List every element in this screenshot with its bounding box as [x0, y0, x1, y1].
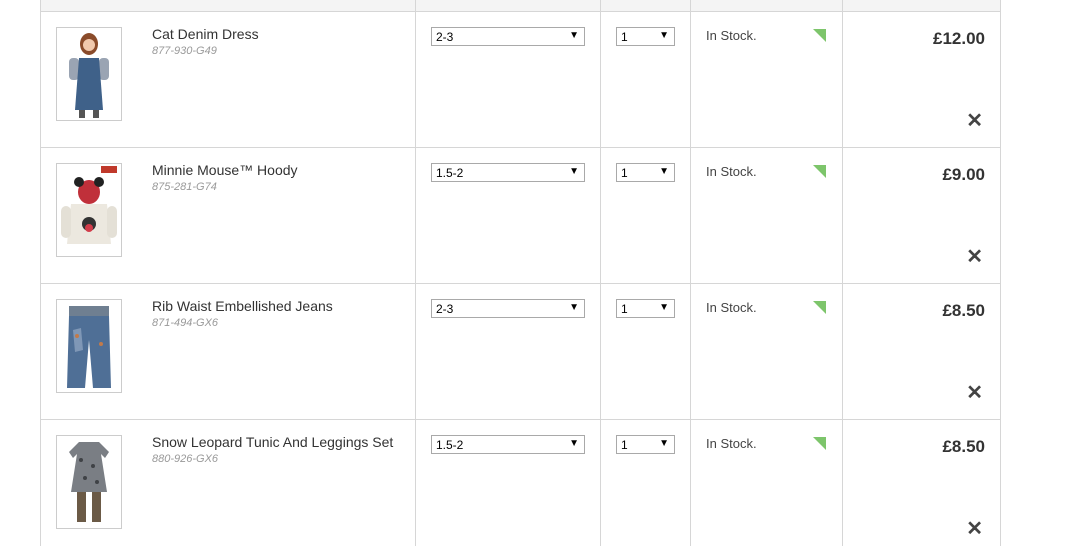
chevron-down-icon: ▼ [659, 30, 669, 41]
stock-status: In Stock. [706, 300, 757, 315]
stock-status: In Stock. [706, 28, 757, 43]
table-row: Minnie Mouse™ Hoody 875-281-G74 1.5-2 ▼ … [41, 148, 1000, 284]
chevron-down-icon: ▼ [569, 302, 579, 313]
product-image[interactable] [56, 27, 122, 121]
hoody-photo-icon [57, 164, 121, 256]
close-icon[interactable]: ✕ [966, 519, 983, 539]
product-code: 875-281-G74 [152, 181, 217, 193]
size-value: 2-3 [436, 302, 454, 316]
product-code: 877-930-G49 [152, 45, 217, 57]
size-select[interactable]: 2-3 ▼ [431, 27, 585, 46]
quantity-select[interactable]: 1 ▼ [616, 435, 675, 454]
product-name-link[interactable]: Minnie Mouse™ Hoody [152, 162, 298, 178]
tunic-photo-icon [57, 436, 121, 528]
size-value: 1.5-2 [436, 438, 464, 452]
chevron-down-icon: ▼ [569, 438, 579, 449]
size-select[interactable]: 1.5-2 ▼ [431, 163, 585, 182]
chevron-down-icon: ▼ [569, 30, 579, 41]
product-name-link[interactable]: Snow Leopard Tunic And Leggings Set [152, 434, 393, 450]
item-price: £9.00 [942, 165, 985, 184]
size-select[interactable]: 2-3 ▼ [431, 299, 585, 318]
item-price: £12.00 [933, 29, 985, 48]
product-image[interactable] [56, 163, 122, 257]
close-icon[interactable]: ✕ [966, 383, 983, 403]
table-header [41, 0, 1000, 12]
stock-flag-icon [813, 301, 826, 314]
size-value: 1.5-2 [436, 166, 464, 180]
stock-status: In Stock. [706, 164, 757, 179]
close-icon[interactable]: ✕ [966, 247, 983, 267]
quantity-select[interactable]: 1 ▼ [616, 299, 675, 318]
stock-flag-icon [813, 165, 826, 178]
table-row: Rib Waist Embellished Jeans 871-494-GX6 … [41, 284, 1000, 420]
quantity-value: 1 [621, 30, 628, 44]
chevron-down-icon: ▼ [569, 166, 579, 177]
close-icon[interactable]: ✕ [966, 111, 983, 131]
quantity-value: 1 [621, 166, 628, 180]
product-code: 871-494-GX6 [152, 317, 219, 329]
item-price: £8.50 [942, 301, 985, 320]
dress-photo-icon [57, 28, 121, 120]
stock-flag-icon [813, 29, 826, 42]
product-name-link[interactable]: Cat Denim Dress [152, 26, 259, 42]
product-image[interactable] [56, 299, 122, 393]
product-code: 880-926-GX6 [152, 453, 219, 465]
stock-flag-icon [813, 437, 826, 450]
basket-table: Cat Denim Dress 877-930-G49 2-3 ▼ 1 ▼ In… [40, 0, 1001, 546]
size-value: 2-3 [436, 30, 454, 44]
quantity-select[interactable]: 1 ▼ [616, 163, 675, 182]
chevron-down-icon: ▼ [659, 438, 669, 449]
quantity-select[interactable]: 1 ▼ [616, 27, 675, 46]
table-row: Cat Denim Dress 877-930-G49 2-3 ▼ 1 ▼ In… [41, 12, 1000, 148]
chevron-down-icon: ▼ [659, 166, 669, 177]
jeans-photo-icon [57, 300, 121, 392]
size-select[interactable]: 1.5-2 ▼ [431, 435, 585, 454]
quantity-value: 1 [621, 302, 628, 316]
chevron-down-icon: ▼ [659, 302, 669, 313]
item-price: £8.50 [942, 437, 985, 456]
product-image[interactable] [56, 435, 122, 529]
quantity-value: 1 [621, 438, 628, 452]
stock-status: In Stock. [706, 436, 757, 451]
product-name-link[interactable]: Rib Waist Embellished Jeans [152, 298, 333, 314]
table-row: Snow Leopard Tunic And Leggings Set 880-… [41, 420, 1000, 555]
